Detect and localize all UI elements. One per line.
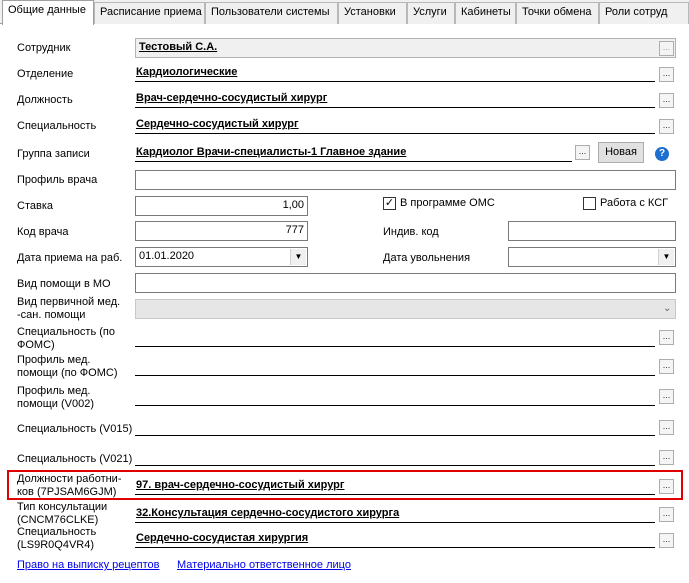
employee-ellipsis-icon[interactable]: ... <box>659 41 674 56</box>
hire-date-label: Дата приема на раб. <box>17 252 123 264</box>
indiv-code-label: Индив. код <box>383 226 439 238</box>
worker-positions-label: Должности работни- ков (7PJSAM6GJM) <box>17 473 122 498</box>
group-ellipsis-icon[interactable]: ... <box>575 145 590 160</box>
specialty-ellipsis-icon[interactable]: ... <box>659 119 674 134</box>
primary-help-label: Вид первичной мед. -сан. помощи <box>17 296 121 321</box>
dismiss-date-label: Дата увольнения <box>383 252 471 264</box>
primary-help-chevron-down-icon[interactable]: ⌄ <box>663 302 671 315</box>
ksg-label: Работа с КСГ <box>600 197 669 209</box>
dismiss-date-dropdown-icon[interactable]: ▼ <box>658 249 674 265</box>
position-ellipsis-icon[interactable]: ... <box>659 93 674 108</box>
position-label: Должность <box>17 94 73 106</box>
specialty-ls-label: Специальность (LS9R0Q4VR4) <box>17 526 97 551</box>
profile-label: Профиль врача <box>17 174 98 186</box>
foms-profile-label: Профиль мед. помощи (по ФОМС) <box>17 354 118 379</box>
foms-specialty-ellipsis-icon[interactable]: ... <box>659 330 674 345</box>
profile-field[interactable] <box>135 170 676 190</box>
consultation-type-label: Тип консультации (CNCM76CLKE) <box>17 501 108 526</box>
tab-exchange-points[interactable]: Точки обмена <box>516 2 599 24</box>
specialty-ls-field[interactable]: Сердечно-сосудистая хирургия <box>135 530 655 548</box>
v021-specialty-ellipsis-icon[interactable]: ... <box>659 450 674 465</box>
worker-positions-field[interactable]: 97. врач-сердечно-сосудистый хирург <box>135 477 655 495</box>
consultation-type-ellipsis-icon[interactable]: ... <box>659 507 674 522</box>
oms-label: В программе ОМС <box>400 197 495 209</box>
v002-profile-label: Профиль мед. помощи (V002) <box>17 385 95 410</box>
rate-label: Ставка <box>17 200 53 212</box>
foms-profile-field[interactable] <box>135 358 655 376</box>
v002-profile-field[interactable] <box>135 388 655 406</box>
tab-system-users[interactable]: Пользователи системы <box>205 2 338 24</box>
position-field[interactable]: Врач-сердечно-сосудистый хирург <box>135 90 655 108</box>
help-type-field[interactable] <box>135 273 676 293</box>
consultation-type-field[interactable]: 32.Консультация сердечно-сосудистого хир… <box>135 505 655 523</box>
department-field[interactable]: Кардиологические <box>135 64 655 82</box>
v021-specialty-label: Специальность (V021) <box>17 453 133 465</box>
hire-date-field[interactable]: 01.01.2020 <box>135 247 308 267</box>
new-group-button[interactable]: Новая <box>598 142 644 163</box>
specialty-ls-ellipsis-icon[interactable]: ... <box>659 533 674 548</box>
foms-specialty-field[interactable] <box>135 329 655 347</box>
group-field[interactable]: Кардиолог Врачи-специалисты-1 Главное зд… <box>135 144 572 162</box>
responsible-person-link[interactable]: Материально ответственное лицо <box>177 559 351 571</box>
department-ellipsis-icon[interactable]: ... <box>659 67 674 82</box>
oms-checkbox[interactable]: ✓ <box>383 197 396 210</box>
tab-settings[interactable]: Установки <box>338 2 407 24</box>
tab-employee-roles[interactable]: Роли сотруд <box>599 2 689 24</box>
v015-specialty-label: Специальность (V015) <box>17 423 133 435</box>
v015-specialty-ellipsis-icon[interactable]: ... <box>659 420 674 435</box>
foms-profile-ellipsis-icon[interactable]: ... <box>659 359 674 374</box>
doc-code-field[interactable]: 777 <box>135 221 308 241</box>
ksg-checkbox[interactable] <box>583 197 596 210</box>
hire-date-dropdown-icon[interactable]: ▼ <box>290 249 306 265</box>
primary-help-select[interactable] <box>135 299 676 319</box>
rate-field[interactable]: 1,00 <box>135 196 308 216</box>
specialty-field[interactable]: Сердечно-сосудистый хирург <box>135 116 655 134</box>
employee-field[interactable]: Тестовый С.А. <box>135 38 676 58</box>
dismiss-date-field[interactable] <box>508 247 676 267</box>
general-panel: Сотрудник Тестовый С.А. ... Отделение Ка… <box>0 24 689 583</box>
specialty-label: Специальность <box>17 120 97 132</box>
employee-label: Сотрудник <box>17 42 71 54</box>
v015-specialty-field[interactable] <box>135 418 655 436</box>
doc-code-label: Код врача <box>17 226 69 238</box>
tab-services[interactable]: Услуги <box>407 2 455 24</box>
v002-profile-ellipsis-icon[interactable]: ... <box>659 389 674 404</box>
department-label: Отделение <box>17 68 74 80</box>
tab-general[interactable]: Общие данные <box>2 0 94 25</box>
worker-positions-ellipsis-icon[interactable]: ... <box>659 479 674 494</box>
indiv-code-field[interactable] <box>508 221 676 241</box>
tab-bar: Общие данные Расписание приема Пользоват… <box>0 0 689 25</box>
help-icon[interactable]: ? <box>655 147 669 161</box>
help-type-label: Вид помощи в МО <box>17 278 111 290</box>
tab-schedule[interactable]: Расписание приема <box>94 2 205 24</box>
prescription-rights-link[interactable]: Право на выписку рецептов <box>17 559 160 571</box>
group-label: Группа записи <box>17 148 90 160</box>
v021-specialty-field[interactable] <box>135 448 655 466</box>
tab-rooms[interactable]: Кабинеты <box>455 2 516 24</box>
foms-specialty-label: Специальность (по ФОМС) <box>17 326 115 351</box>
